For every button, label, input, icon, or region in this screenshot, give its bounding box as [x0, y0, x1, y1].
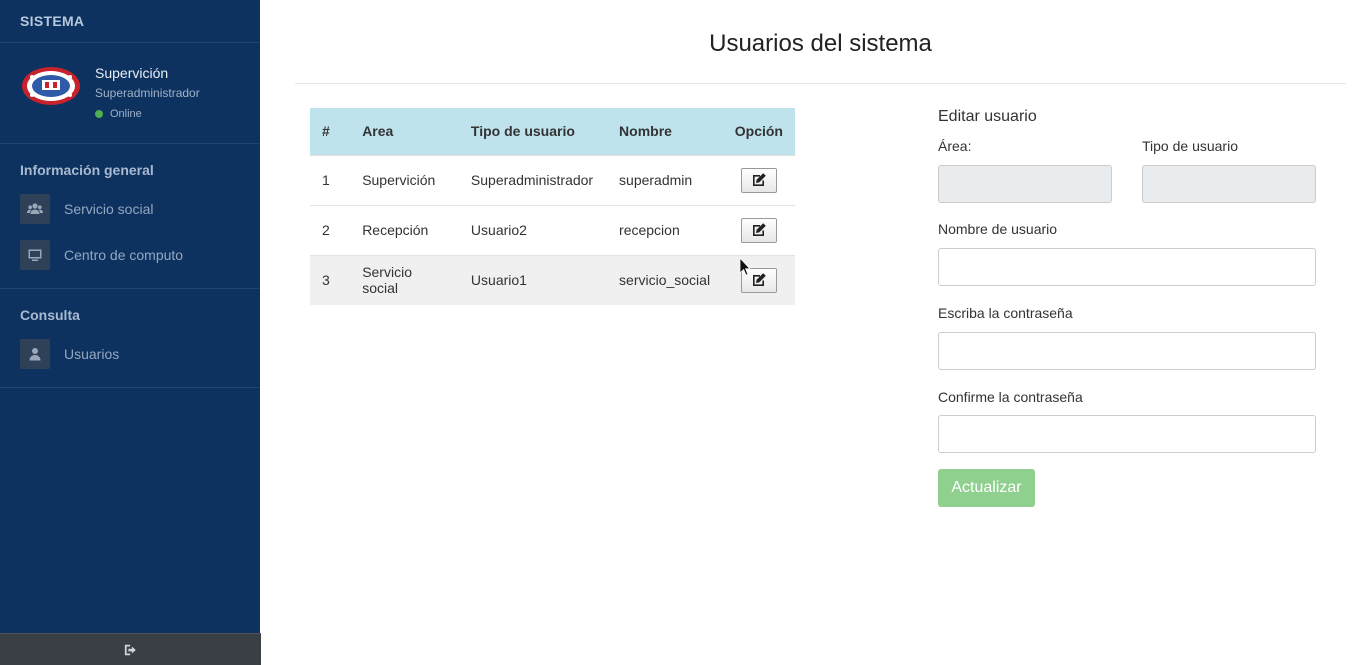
sidebar: SISTEMA Supervición Superadministrador O… — [0, 0, 261, 665]
edit-icon — [752, 173, 766, 186]
institution-logo-icon — [22, 67, 80, 105]
users-table: # Area Tipo de usuario Nombre Opción 1 S… — [310, 108, 795, 305]
page-title: Usuarios del sistema — [295, 0, 1346, 84]
edit-user-button[interactable] — [740, 167, 777, 193]
cell-area: Recepción — [350, 204, 459, 255]
edit-user-button[interactable] — [740, 217, 777, 243]
column-header-name: Nombre — [607, 108, 723, 155]
online-dot-icon — [95, 110, 103, 118]
cell-area: Supervición — [350, 154, 459, 205]
sign-out-icon — [124, 644, 136, 655]
edit-icon — [752, 223, 766, 236]
cell-number: 1 — [310, 154, 351, 205]
area-field[interactable] — [938, 165, 1112, 203]
cell-user-type: Superadministrador — [458, 154, 608, 205]
user-status: Online — [95, 108, 142, 120]
username-field[interactable] — [938, 248, 1316, 286]
table-header-row: # Area Tipo de usuario Nombre Opción — [310, 108, 795, 155]
user-role: Superadministrador — [95, 86, 200, 100]
column-header-number: # — [310, 108, 351, 155]
sidebar-item-label: Usuarios — [64, 346, 120, 362]
cell-user-type: Usuario2 — [458, 204, 608, 255]
sidebar-item-usuarios[interactable]: Usuarios — [0, 331, 260, 377]
cell-number: 2 — [310, 204, 351, 255]
update-button[interactable]: Actualizar — [938, 469, 1035, 507]
logout-button[interactable] — [0, 633, 261, 665]
column-header-user-type: Tipo de usuario — [458, 108, 608, 155]
confirm-password-label: Confirme la contraseña — [938, 389, 1083, 405]
cell-option — [722, 254, 795, 305]
cell-number: 3 — [310, 254, 351, 305]
desktop-icon — [20, 240, 50, 270]
brand-title: SISTEMA — [0, 0, 260, 43]
edit-user-title: Editar usuario — [938, 108, 1037, 125]
cell-name: superadmin — [607, 154, 723, 205]
sidebar-item-servicio-social[interactable]: Servicio social — [0, 186, 260, 232]
cell-area: Servicio social — [350, 254, 459, 305]
mouse-cursor-icon — [740, 258, 751, 276]
user-status-label: Online — [110, 108, 142, 120]
cell-name: servicio_social — [607, 254, 723, 305]
password-label: Escriba la contraseña — [938, 305, 1073, 321]
sidebar-item-centro-de-computo[interactable]: Centro de computo — [0, 232, 260, 278]
column-header-area: Area — [350, 108, 459, 155]
cell-name: recepcion — [607, 204, 723, 255]
username-label: Nombre de usuario — [938, 221, 1058, 237]
confirm-password-field[interactable] — [938, 415, 1316, 453]
user-name: Supervición — [95, 65, 169, 81]
table-row: 2 Recepción Usuario2 recepcion — [310, 204, 795, 255]
user-type-field[interactable] — [1142, 165, 1316, 203]
area-label: Área: — [938, 138, 972, 154]
password-field[interactable] — [938, 332, 1316, 370]
sidebar-section-general: Información general Servicio social Cent… — [0, 144, 260, 289]
table-row: 1 Supervición Superadministrador superad… — [310, 154, 795, 205]
sidebar-item-label: Servicio social — [64, 201, 154, 217]
column-header-option: Opción — [722, 108, 795, 155]
cell-option — [722, 204, 795, 255]
sidebar-item-label: Centro de computo — [64, 247, 184, 263]
user-icon — [20, 339, 50, 369]
users-icon — [20, 194, 50, 224]
main-content: Usuarios del sistema # Area Tipo de usua… — [260, 0, 1366, 665]
sidebar-section-title: Información general — [20, 162, 154, 178]
table-row: 3 Servicio social Usuario1 servicio_soci… — [310, 254, 795, 305]
sidebar-section-title: Consulta — [20, 307, 80, 323]
edit-icon — [752, 273, 766, 287]
cell-user-type: Usuario1 — [458, 254, 608, 305]
user-type-label: Tipo de usuario — [1142, 138, 1238, 154]
sidebar-section-consulta: Consulta Usuarios — [0, 289, 260, 388]
cell-option — [722, 154, 795, 205]
user-panel: Supervición Superadministrador Online — [0, 43, 260, 144]
